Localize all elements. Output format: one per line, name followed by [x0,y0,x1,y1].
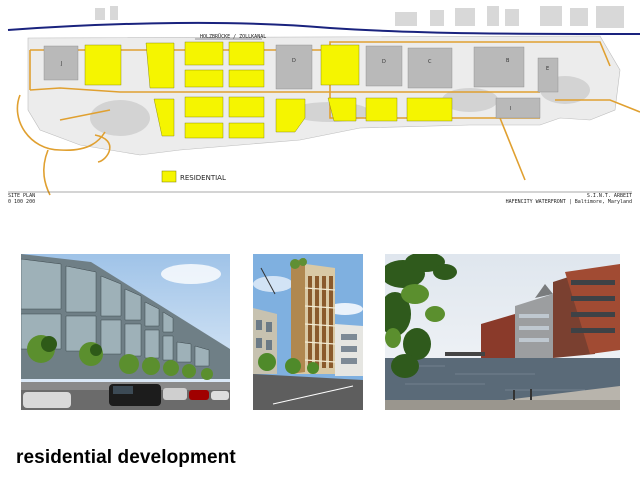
section-caption: residential development [16,447,236,468]
plan-subtitle-right: HAFENCITY WATERFRONT | Baltimore, Maryla… [506,199,632,205]
site-plan: J D D C B E I HOLZBRÜCKE / ZOLLKANAL RES… [0,0,640,205]
legend-swatch [161,170,177,183]
block-label: D [292,58,296,64]
plan-scale: 0 100 200 [8,199,35,205]
block-label: C [428,59,432,65]
block-label: J [60,61,62,67]
photo-terraced-apartment-rows [21,254,230,410]
photo-canal-waterfront [385,254,620,410]
block-label: E [546,66,549,72]
block-label: I [510,106,511,112]
block-label: B [506,58,510,64]
photo-residential-tower [253,254,363,410]
block-label: D [382,59,386,65]
legend-label: RESIDENTIAL [180,174,226,182]
